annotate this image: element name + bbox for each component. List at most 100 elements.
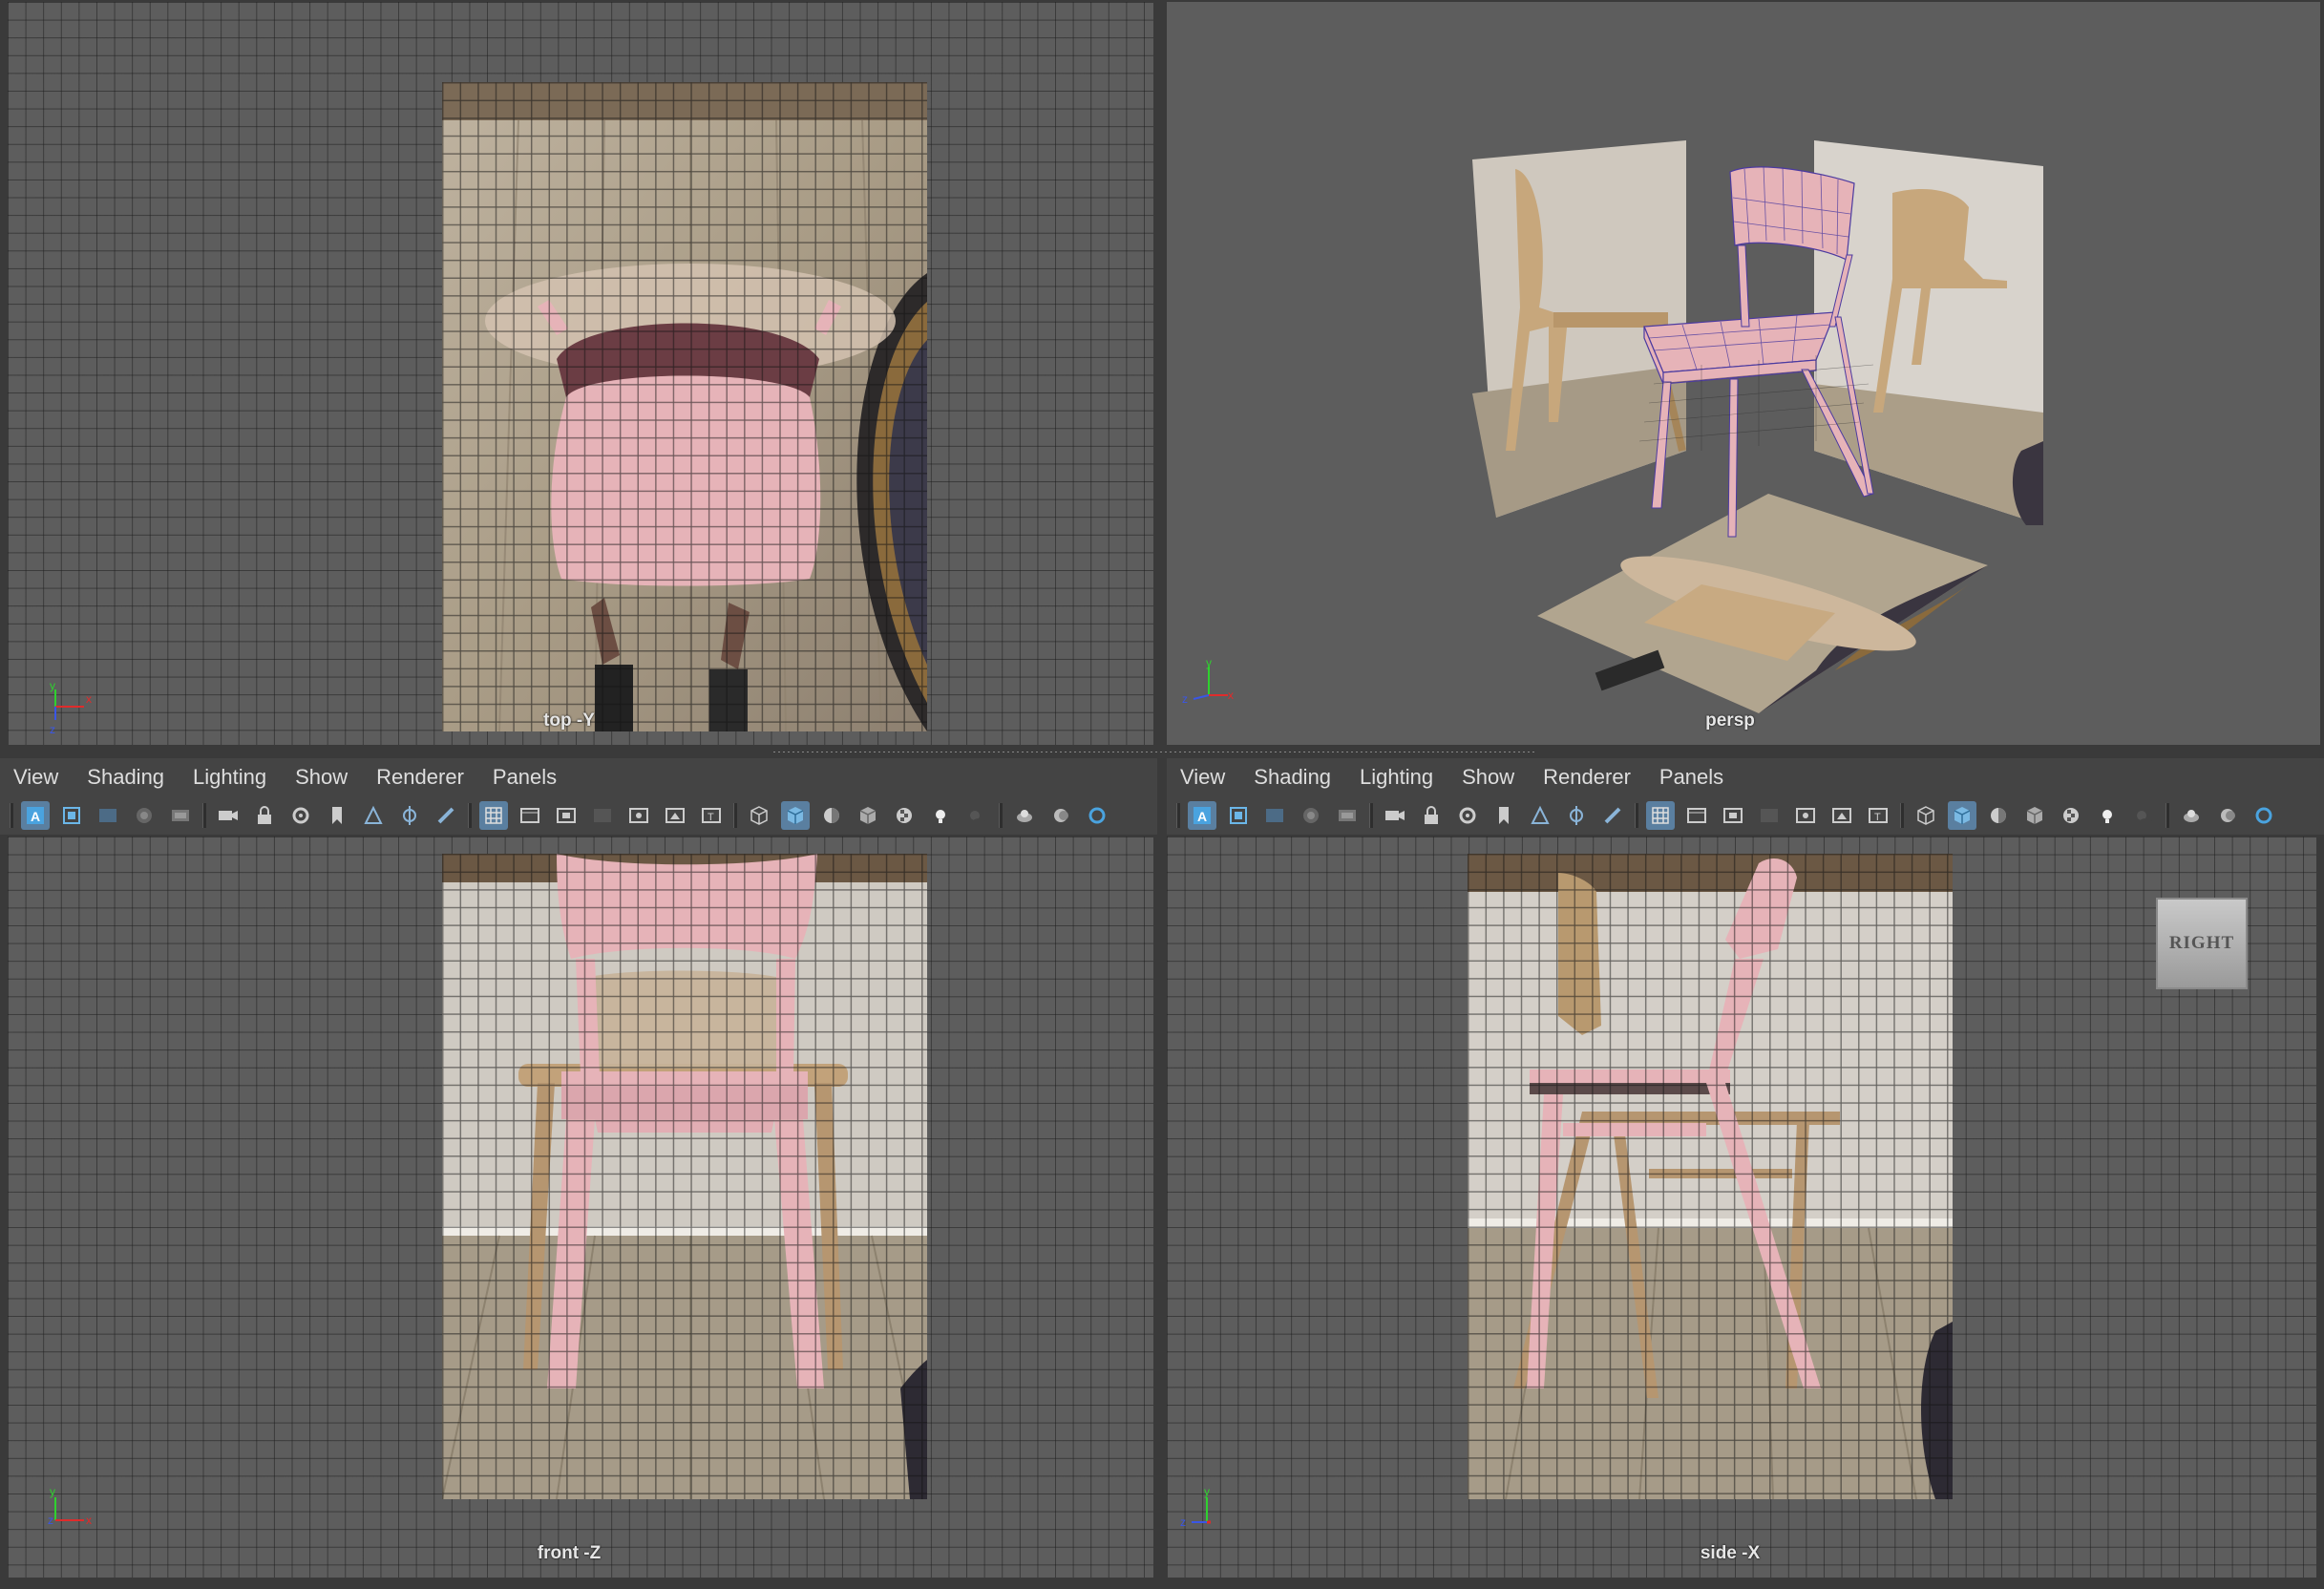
select-camera-icon[interactable]: A xyxy=(1188,801,1216,830)
paint-icon[interactable] xyxy=(1598,801,1627,830)
image-plane-icon[interactable] xyxy=(1260,801,1289,830)
menu-shading[interactable]: Shading xyxy=(87,765,164,790)
checker-icon[interactable] xyxy=(2057,801,2085,830)
camera-icon[interactable] xyxy=(1381,801,1409,830)
svg-text:y: y xyxy=(1206,657,1212,669)
resolution-gate-toggle-icon[interactable] xyxy=(552,801,581,830)
toolbar-separator xyxy=(999,803,1003,828)
menu-lighting[interactable]: Lighting xyxy=(1360,765,1433,790)
bookmark-icon[interactable] xyxy=(323,801,351,830)
screen-space-ao-icon[interactable] xyxy=(1010,801,1039,830)
grease-pencil-icon[interactable] xyxy=(395,801,424,830)
film-gate-toggle-icon[interactable] xyxy=(516,801,544,830)
two-d-pan-icon[interactable] xyxy=(359,801,388,830)
axis-gizmo: y x z xyxy=(50,679,92,735)
toolbar-separator xyxy=(202,803,206,828)
two-d-pan-icon[interactable] xyxy=(1526,801,1554,830)
screen-space-ao-icon[interactable] xyxy=(2177,801,2206,830)
anti-aliasing-icon[interactable] xyxy=(1083,801,1111,830)
anti-aliasing-icon[interactable] xyxy=(2250,801,2278,830)
gate-mask-icon[interactable] xyxy=(588,801,617,830)
shadows-icon[interactable] xyxy=(962,801,991,830)
lights-icon[interactable] xyxy=(2093,801,2122,830)
wireframe-icon[interactable] xyxy=(745,801,773,830)
wireframe-icon[interactable] xyxy=(1912,801,1940,830)
image-plane-icon[interactable] xyxy=(94,801,122,830)
field-chart-icon[interactable] xyxy=(1791,801,1820,830)
svg-text:z: z xyxy=(48,1514,53,1527)
toolbar-separator xyxy=(2166,803,2169,828)
safe-title-icon[interactable]: T xyxy=(697,801,726,830)
grid-icon[interactable] xyxy=(479,801,508,830)
persp-scene xyxy=(1472,140,2043,713)
camera-icon[interactable] xyxy=(214,801,243,830)
toolbar-handle[interactable] xyxy=(10,803,13,828)
field-chart-icon[interactable] xyxy=(624,801,653,830)
front-viewport[interactable]: y x z front -Z xyxy=(8,837,1153,1578)
camera-label: side -X xyxy=(1700,1543,1761,1563)
top-viewport[interactable]: y x z top -Y xyxy=(8,2,1153,745)
shadows-icon[interactable] xyxy=(2129,801,2158,830)
svg-text:y: y xyxy=(1204,1486,1210,1498)
safe-title-icon[interactable]: T xyxy=(1864,801,1892,830)
lock-camera-icon[interactable] xyxy=(1417,801,1446,830)
front-panel-toolbar: AT xyxy=(0,796,1157,835)
front-panel-menubar: View Shading Lighting Show Renderer Pane… xyxy=(0,758,1157,796)
viewcube[interactable]: RIGHT xyxy=(2156,898,2248,989)
menu-shading[interactable]: Shading xyxy=(1254,765,1331,790)
toolbar-separator xyxy=(1369,803,1373,828)
gate-mask-icon[interactable] xyxy=(1755,801,1784,830)
safe-action-icon[interactable] xyxy=(661,801,689,830)
camera-settings-icon[interactable] xyxy=(1453,801,1482,830)
svg-text:z: z xyxy=(50,723,55,735)
smooth-shade-icon[interactable] xyxy=(1948,801,1976,830)
menu-view[interactable]: View xyxy=(13,765,58,790)
resolution-gate-icon[interactable] xyxy=(166,801,195,830)
checker-icon[interactable] xyxy=(890,801,919,830)
camera-settings-icon[interactable] xyxy=(286,801,315,830)
menu-lighting[interactable]: Lighting xyxy=(193,765,266,790)
camera-attributes-icon[interactable] xyxy=(1224,801,1253,830)
menu-renderer[interactable]: Renderer xyxy=(376,765,464,790)
toolbar-handle[interactable] xyxy=(1176,803,1180,828)
persp-viewport[interactable]: y x z persp xyxy=(1167,2,2320,745)
motion-blur-icon[interactable] xyxy=(2213,801,2242,830)
lights-icon[interactable] xyxy=(926,801,955,830)
resolution-gate-toggle-icon[interactable] xyxy=(1719,801,1747,830)
smooth-shade-icon[interactable] xyxy=(781,801,810,830)
paint-icon[interactable] xyxy=(432,801,460,830)
menu-panels[interactable]: Panels xyxy=(493,765,557,790)
safe-action-icon[interactable] xyxy=(1828,801,1856,830)
menu-show[interactable]: Show xyxy=(1462,765,1514,790)
menu-view[interactable]: View xyxy=(1180,765,1225,790)
camera-attributes-icon[interactable] xyxy=(57,801,86,830)
lock-camera-icon[interactable] xyxy=(250,801,279,830)
bookmark-icon[interactable] xyxy=(1489,801,1518,830)
shaded-wireframe-icon[interactable] xyxy=(1984,801,2013,830)
camera-label: persp xyxy=(1705,710,1755,731)
menu-renderer[interactable]: Renderer xyxy=(1543,765,1631,790)
menu-show[interactable]: Show xyxy=(295,765,348,790)
film-gate-icon[interactable] xyxy=(130,801,158,830)
resolution-gate-icon[interactable] xyxy=(1333,801,1362,830)
film-gate-toggle-icon[interactable] xyxy=(1682,801,1711,830)
svg-text:y: y xyxy=(50,679,55,692)
textured-icon[interactable] xyxy=(2020,801,2049,830)
grease-pencil-icon[interactable] xyxy=(1562,801,1591,830)
axis-gizmo: y x z xyxy=(48,1485,92,1527)
svg-text:z: z xyxy=(1180,1515,1186,1529)
side-panel-toolbar: AT xyxy=(1167,796,2324,835)
front-image-plane xyxy=(442,854,927,1499)
select-camera-icon[interactable]: A xyxy=(21,801,50,830)
shaded-wireframe-icon[interactable] xyxy=(817,801,846,830)
side-viewport[interactable]: RIGHT y z side -X xyxy=(1167,837,2316,1578)
grid-icon[interactable] xyxy=(1646,801,1675,830)
camera-label: front -Z xyxy=(537,1543,602,1563)
svg-text:x: x xyxy=(1228,689,1234,702)
menu-panels[interactable]: Panels xyxy=(1659,765,1723,790)
toolbar-separator xyxy=(733,803,737,828)
film-gate-icon[interactable] xyxy=(1297,801,1325,830)
textured-icon[interactable] xyxy=(854,801,882,830)
motion-blur-icon[interactable] xyxy=(1046,801,1075,830)
svg-text:A: A xyxy=(1197,809,1207,824)
